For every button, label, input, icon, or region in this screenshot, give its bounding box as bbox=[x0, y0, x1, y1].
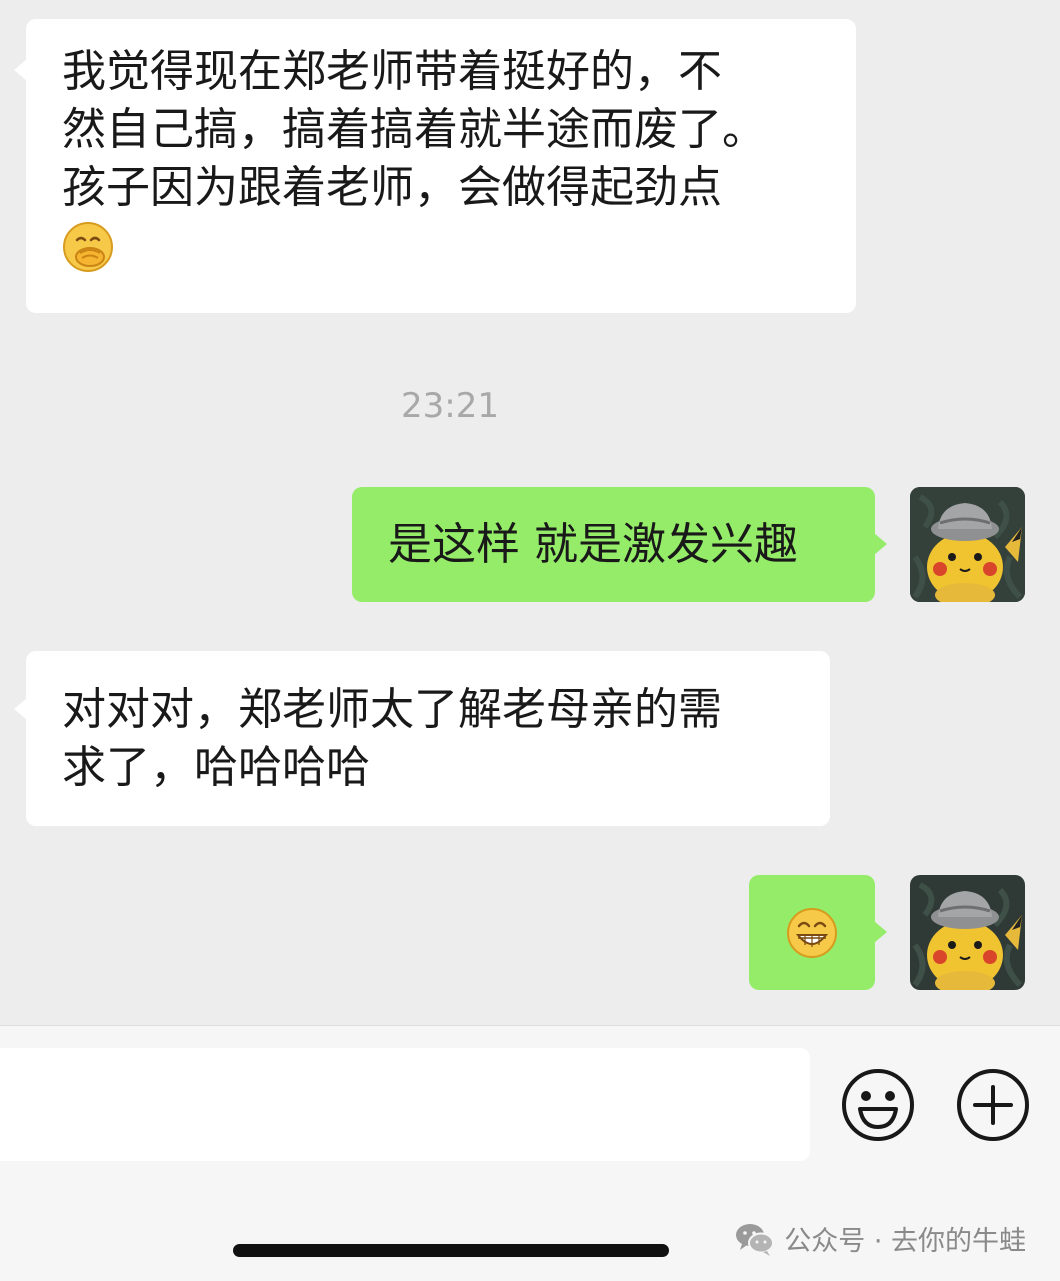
outgoing-message-bubble[interactable]: 是这样 就是激发兴趣 bbox=[352, 487, 887, 602]
bubble-tail bbox=[874, 921, 887, 943]
message-input[interactable] bbox=[0, 1048, 810, 1161]
incoming-message-bubble[interactable]: 我觉得现在郑老师带着挺好的，不 然自己搞，搞着搞着就半途而废了。 孩子因为跟着老… bbox=[14, 19, 856, 313]
bubble-tail bbox=[14, 59, 27, 81]
grinning-face-emoji bbox=[787, 907, 837, 958]
bubble-tail bbox=[14, 698, 27, 720]
watermark-text: 公众号 · 去你的牛蛙 bbox=[784, 1226, 1026, 1257]
watermark: 公众号 · 去你的牛蛙 bbox=[734, 1219, 1026, 1258]
wechat-logo-icon bbox=[736, 1223, 775, 1256]
home-indicator[interactable] bbox=[233, 1244, 669, 1257]
incoming-message-bubble[interactable]: 对对对，郑老师太了解老母亲的需 求了，哈哈哈哈 bbox=[14, 651, 830, 826]
message-timestamp: 23:21 bbox=[401, 386, 499, 426]
plus-circle-icon[interactable] bbox=[955, 1067, 1031, 1143]
message-text: 对对对，郑老师太了解老母亲的需 求了，哈哈哈哈 bbox=[62, 684, 722, 793]
smiley-face-icon[interactable] bbox=[840, 1067, 916, 1143]
bubble-tail bbox=[874, 533, 887, 555]
message-text: 是这样 就是激发兴趣 bbox=[388, 518, 798, 570]
avatar[interactable] bbox=[910, 875, 1025, 990]
chat-input-bar: 公众号 · 去你的牛蛙 bbox=[0, 1025, 1060, 1281]
outgoing-message-bubble[interactable] bbox=[749, 875, 887, 990]
avatar[interactable] bbox=[910, 487, 1025, 602]
message-text: 我觉得现在郑老师带着挺好的，不 然自己搞，搞着搞着就半途而废了。 孩子因为跟着老… bbox=[62, 46, 766, 213]
pikachu-avatar-image bbox=[910, 875, 1025, 990]
pikachu-avatar-image bbox=[910, 487, 1025, 602]
hand-over-mouth-emoji bbox=[63, 222, 113, 272]
